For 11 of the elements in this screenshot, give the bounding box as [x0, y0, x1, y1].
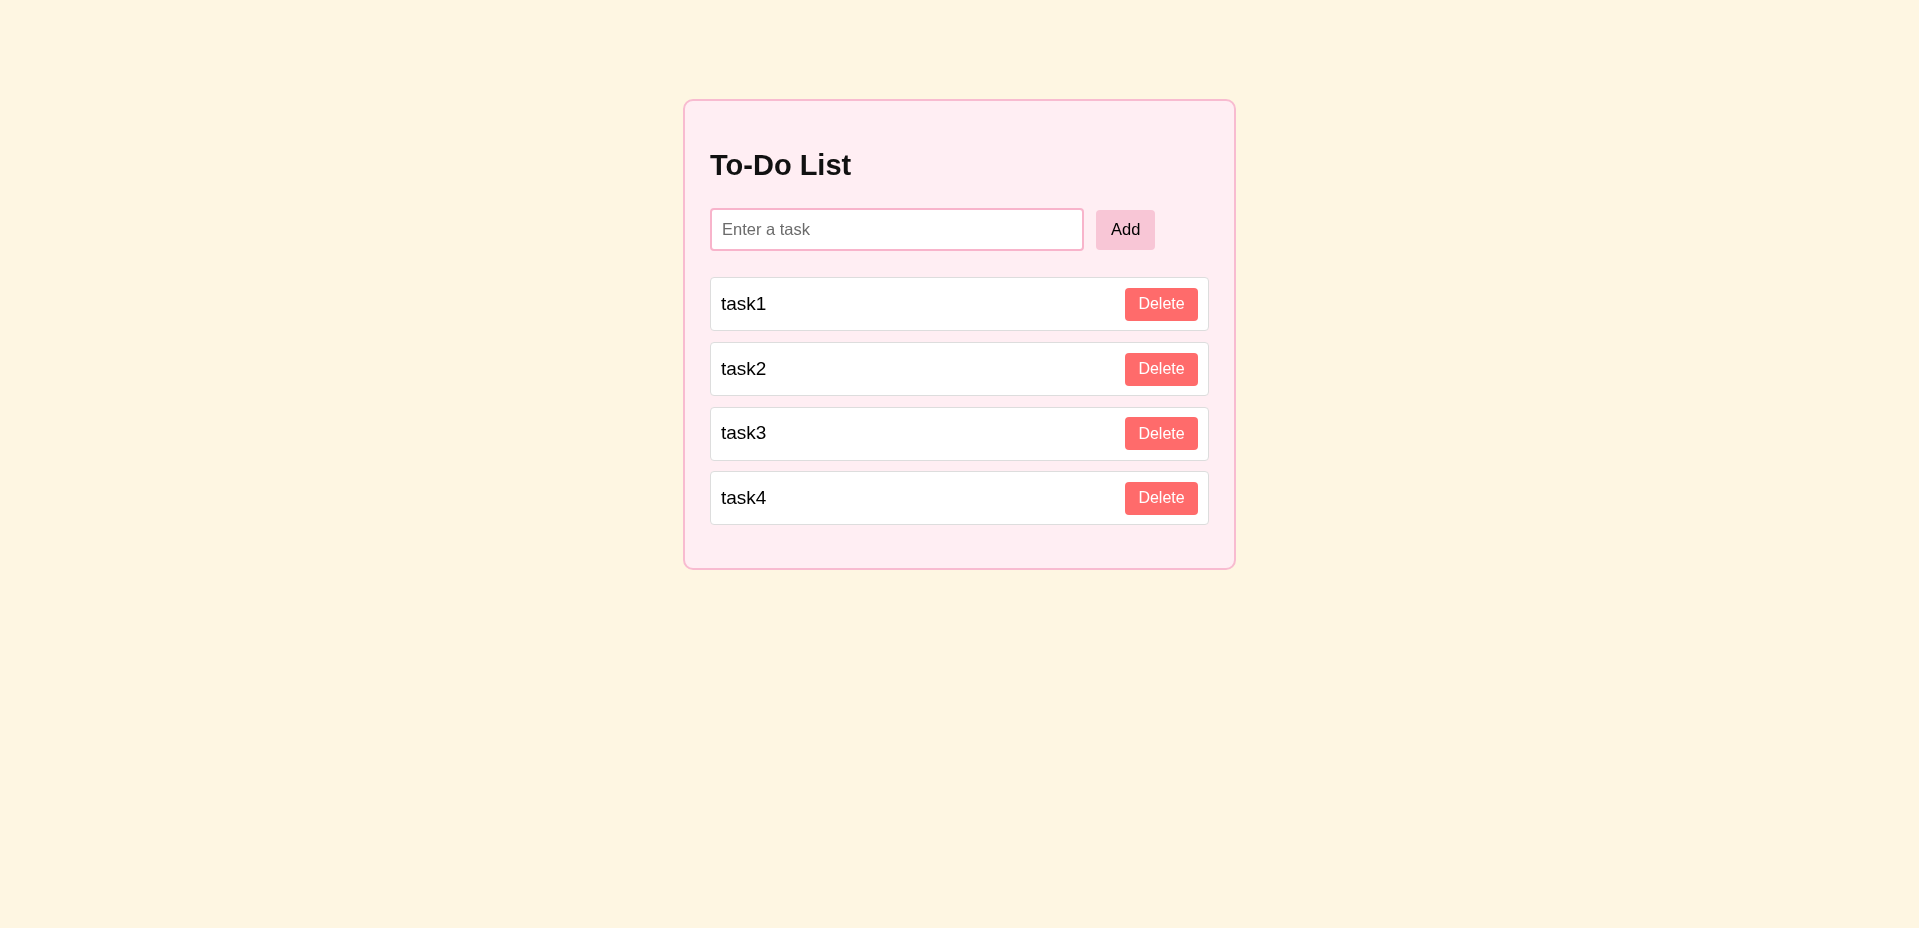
delete-button[interactable]: Delete [1125, 352, 1198, 386]
delete-button[interactable]: Delete [1125, 481, 1198, 515]
task-text: task2 [721, 356, 767, 381]
delete-button[interactable]: Delete [1125, 287, 1198, 321]
task-input-field[interactable]: Enter a task [710, 208, 1085, 252]
delete-button[interactable]: Delete [1125, 417, 1198, 451]
add-button[interactable]: Add [1096, 209, 1156, 250]
list-title: To-Do List [710, 149, 853, 183]
task-text: task4 [721, 486, 767, 511]
task-text: task3 [721, 421, 767, 446]
task-text: task1 [721, 292, 767, 317]
